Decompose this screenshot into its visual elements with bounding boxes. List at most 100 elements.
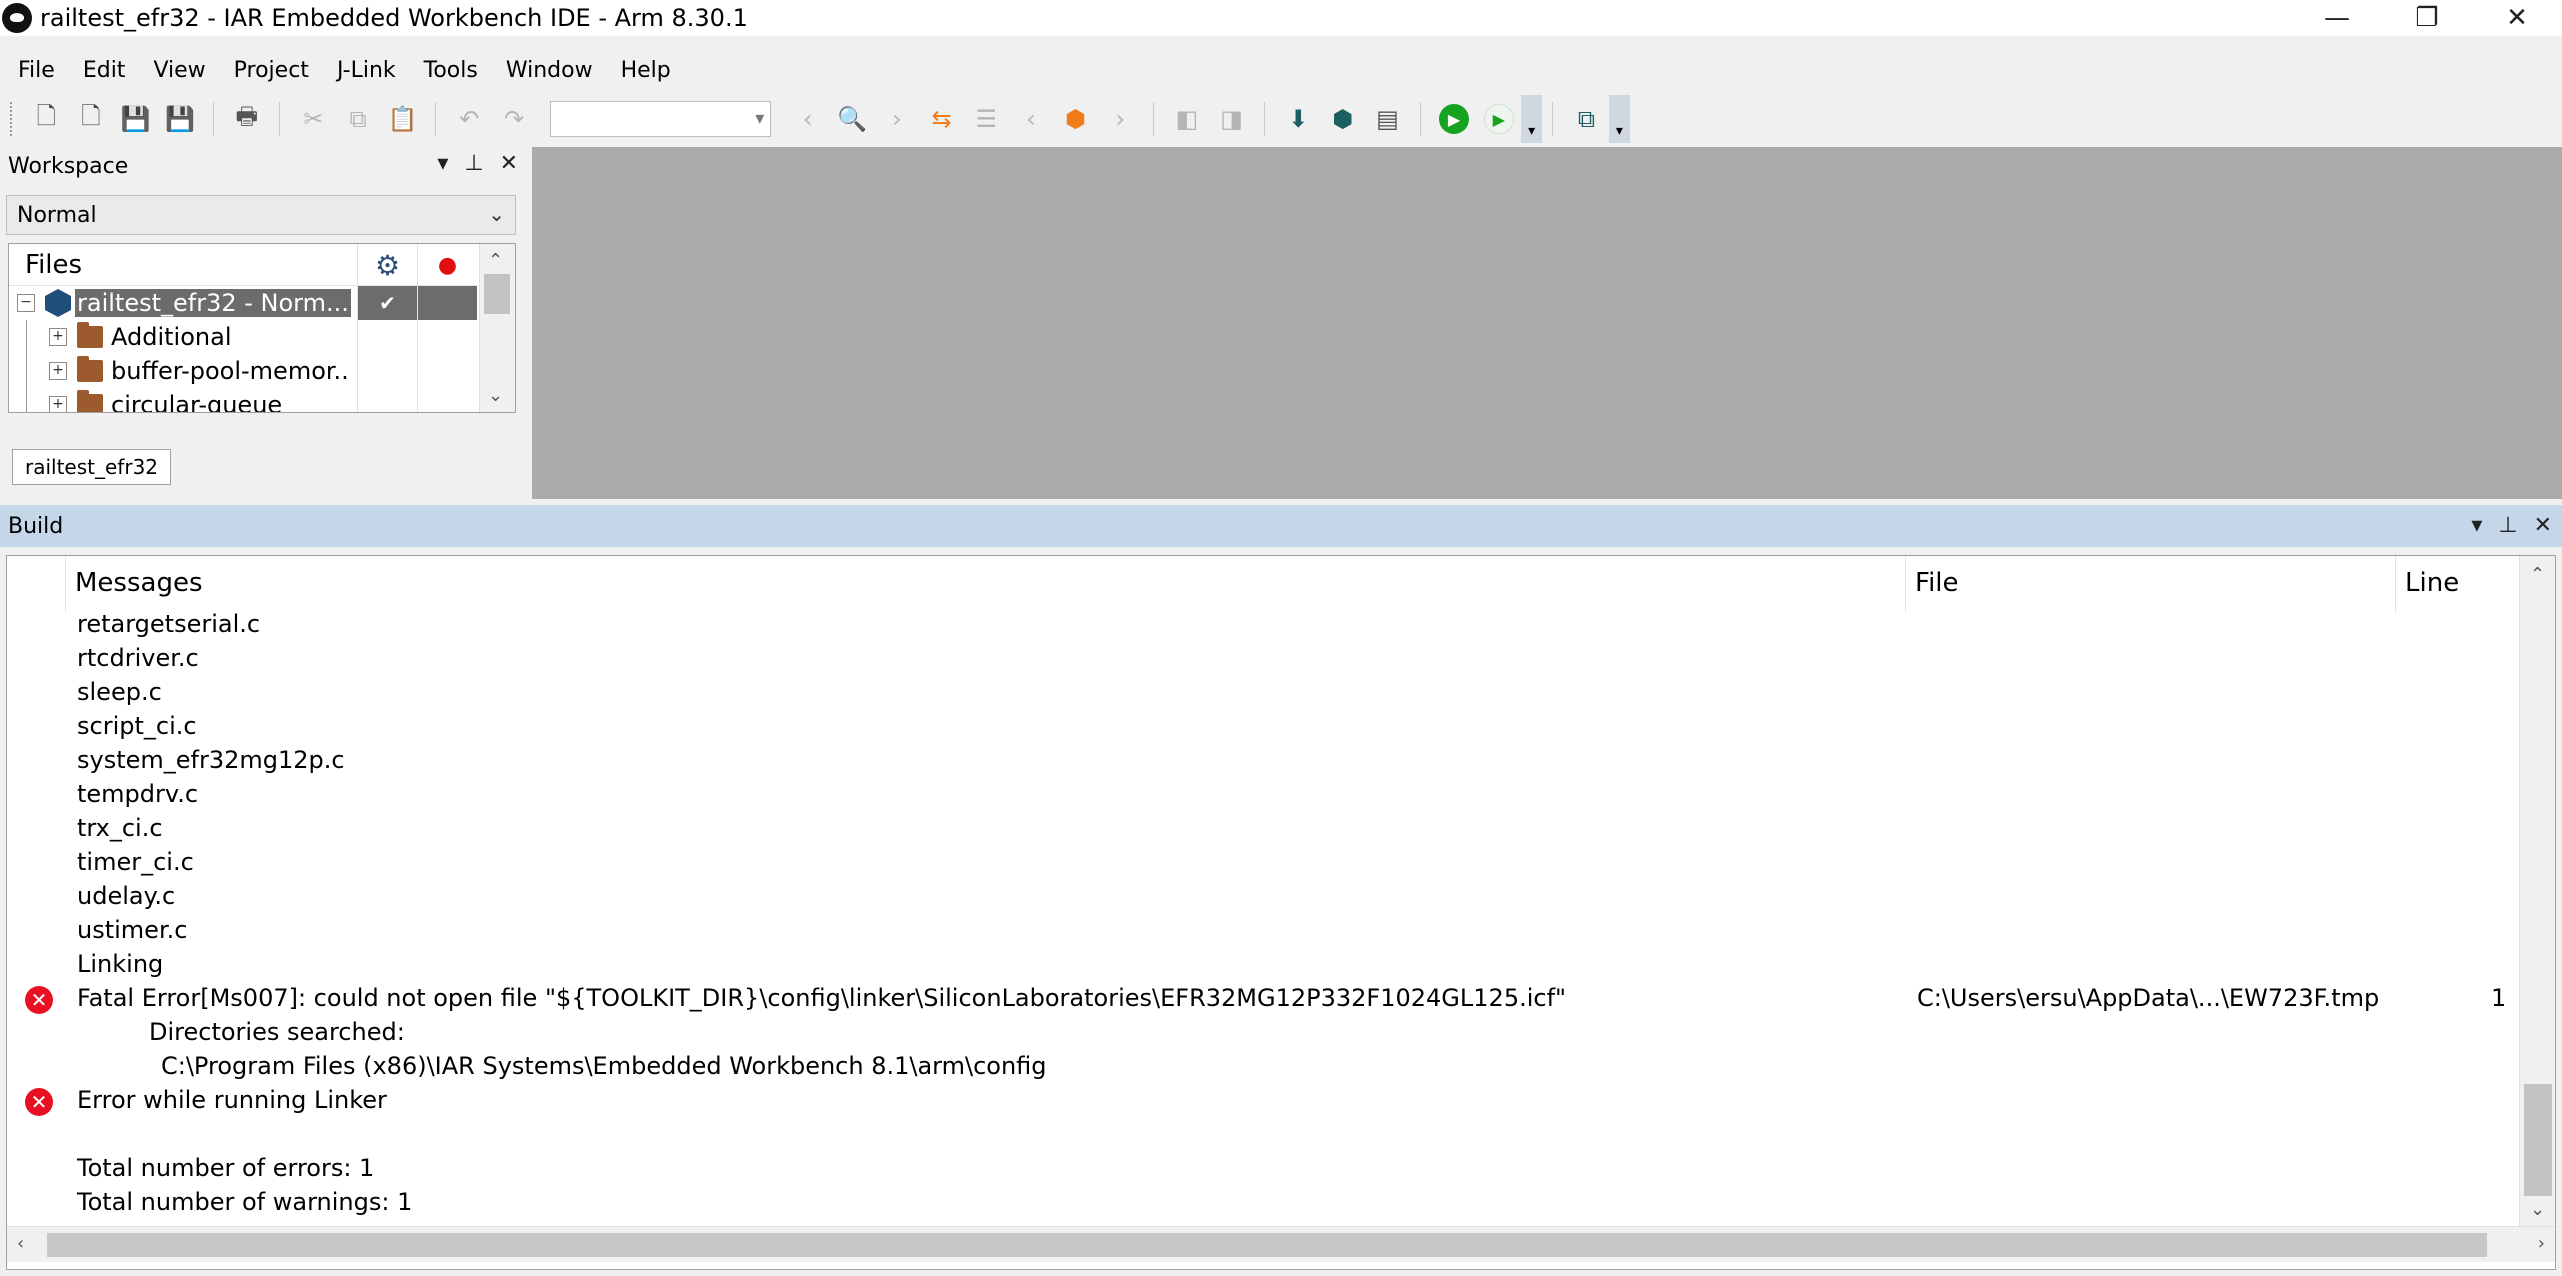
scroll-thumb[interactable] xyxy=(484,274,510,314)
save-all-icon[interactable]: 💾 xyxy=(164,102,197,136)
configuration-select[interactable]: Normal ⌄ xyxy=(6,195,516,235)
panel-menu-icon[interactable]: ▾ xyxy=(437,151,448,176)
build-horizontal-scrollbar[interactable]: ‹ › xyxy=(7,1226,2555,1262)
table-row[interactable]: Linking xyxy=(7,948,2517,982)
table-row[interactable]: system_efr32mg12p.c xyxy=(7,744,2517,778)
files-vertical-scrollbar[interactable]: ⌃ ⌄ xyxy=(479,244,515,412)
menu-project[interactable]: Project xyxy=(220,58,323,83)
gear-icon[interactable]: ⚙ xyxy=(357,244,417,286)
table-row[interactable]: ustimer.c xyxy=(7,914,2517,948)
folder-icon xyxy=(77,322,103,348)
save-icon[interactable]: 💾 xyxy=(119,102,152,136)
scroll-thumb[interactable] xyxy=(2524,1084,2552,1196)
tree-line xyxy=(26,388,27,412)
close-panel-icon[interactable]: ✕ xyxy=(500,151,518,176)
go-to-line-icon[interactable]: ☰ xyxy=(970,102,1003,136)
scroll-left-icon[interactable]: ‹ xyxy=(17,1233,24,1254)
next-bookmark-icon[interactable]: ◨ xyxy=(1215,102,1248,136)
scroll-down-icon[interactable]: ⌄ xyxy=(2530,1199,2545,1220)
table-row[interactable]: C:\Program Files (x86)\IAR Systems\Embed… xyxy=(7,1050,2517,1084)
toolbar-grip[interactable] xyxy=(10,102,14,136)
menu-window[interactable]: Window xyxy=(492,58,607,83)
compile-icon[interactable]: ⬇ xyxy=(1282,102,1315,136)
menu-help[interactable]: Help xyxy=(607,58,685,83)
table-row[interactable]: udelay.c xyxy=(7,880,2517,914)
expand-icon[interactable]: + xyxy=(49,328,67,346)
navigate-back-icon[interactable]: ‹ xyxy=(1015,102,1048,136)
expand-icon[interactable]: + xyxy=(49,362,67,380)
new-file-icon[interactable]: 🗋 xyxy=(30,102,63,136)
file-column-header[interactable]: File xyxy=(1915,568,1959,598)
workspace-tab[interactable]: railtest_efr32 xyxy=(12,449,172,485)
menu-tools[interactable]: Tools xyxy=(410,58,492,83)
replace-icon[interactable]: ⇆ xyxy=(925,102,958,136)
tree-item-folder[interactable]: + circular-queue xyxy=(9,388,515,412)
maximize-button[interactable]: ❐ xyxy=(2382,0,2472,36)
column-divider xyxy=(2395,556,2396,612)
files-tree[interactable]: Files ⚙ ● − railtest_efr32 - Norm... ✔ +… xyxy=(8,243,516,413)
paste-icon[interactable]: 📋 xyxy=(386,102,419,136)
find-previous-icon[interactable]: ‹ xyxy=(791,102,824,136)
scroll-up-icon[interactable]: ⌃ xyxy=(488,250,503,271)
tree-item-folder[interactable]: + buffer-pool-memor... xyxy=(9,354,515,388)
make-icon[interactable]: ⬢ xyxy=(1326,102,1359,136)
toolbar-overflow-chevron[interactable]: ▾ xyxy=(1521,95,1543,143)
find-next-icon[interactable]: › xyxy=(881,102,914,136)
tree-item-project[interactable]: − railtest_efr32 - Norm... ✔ xyxy=(9,286,515,320)
download-and-debug-icon[interactable]: ▶ xyxy=(1439,104,1470,134)
bookmark-icon[interactable]: ⬢ xyxy=(1059,102,1092,136)
messages-column-header[interactable]: Messages xyxy=(75,568,203,598)
cut-icon[interactable]: ✂ xyxy=(297,102,330,136)
table-row[interactable]: timer_ci.c xyxy=(7,846,2517,880)
find-combo[interactable] xyxy=(550,101,772,137)
table-row[interactable]: script_ci.c xyxy=(7,710,2517,744)
table-row[interactable]: retargetserial.c xyxy=(7,608,2517,642)
previous-bookmark-icon[interactable]: ◧ xyxy=(1171,102,1204,136)
pin-icon[interactable]: ⊥ xyxy=(2498,513,2517,538)
debug-without-download-icon[interactable]: ▶ xyxy=(1483,104,1514,134)
menu-jlink[interactable]: J-Link xyxy=(323,58,410,83)
menu-view[interactable]: View xyxy=(139,58,219,83)
expand-icon[interactable]: + xyxy=(49,396,67,412)
table-row-error[interactable]: ✕ Error while running Linker xyxy=(7,1084,2517,1118)
scroll-up-icon[interactable]: ⌃ xyxy=(2530,564,2545,585)
close-panel-icon[interactable]: ✕ xyxy=(2534,513,2552,538)
close-button[interactable]: ✕ xyxy=(2472,0,2562,36)
table-row[interactable]: tempdrv.c xyxy=(7,778,2517,812)
message-text: C:\Program Files (x86)\IAR Systems\Embed… xyxy=(161,1052,1047,1080)
collapse-icon[interactable]: − xyxy=(17,294,35,312)
stop-build-icon[interactable]: ▤ xyxy=(1371,102,1404,136)
find-icon[interactable]: 🔍 xyxy=(836,102,869,136)
build-vertical-scrollbar[interactable]: ⌃ ⌄ xyxy=(2519,556,2555,1226)
navigate-forward-icon[interactable]: › xyxy=(1104,102,1137,136)
build-messages[interactable]: Messages File Line retargetserial.c rtcd… xyxy=(6,555,2556,1270)
scroll-right-icon[interactable]: › xyxy=(2538,1233,2545,1254)
scroll-down-icon[interactable]: ⌄ xyxy=(488,385,503,406)
panel-menu-icon[interactable]: ▾ xyxy=(2471,513,2482,538)
menu-file[interactable]: File xyxy=(0,58,69,83)
table-row[interactable] xyxy=(7,1118,2517,1152)
table-row-error[interactable]: ✕ Fatal Error[Ms007]: could not open fil… xyxy=(7,982,2517,1016)
print-icon[interactable]: 🖶 xyxy=(231,102,264,136)
tree-item-folder[interactable]: + Additional xyxy=(9,320,515,354)
workspace-panel: Workspace ▾ ⊥ ✕ Normal ⌄ Files ⚙ ● − rai… xyxy=(0,147,526,499)
undo-icon[interactable]: ↶ xyxy=(453,102,486,136)
minimize-button[interactable]: — xyxy=(2292,0,2382,36)
menu-edit[interactable]: Edit xyxy=(69,58,140,83)
line-column-header[interactable]: Line xyxy=(2405,568,2459,598)
new-workspace-icon[interactable]: 🗋 xyxy=(75,102,108,136)
table-row[interactable]: trx_ci.c xyxy=(7,812,2517,846)
table-row[interactable]: sleep.c xyxy=(7,676,2517,710)
toolbar-overflow-chevron-2[interactable]: ▾ xyxy=(1608,95,1630,143)
table-row[interactable]: Total number of errors: 1 xyxy=(7,1152,2517,1186)
table-row[interactable]: Directories searched: xyxy=(7,1016,2517,1050)
editor-area[interactable] xyxy=(532,147,2562,499)
copy-icon[interactable]: ⧉ xyxy=(342,102,375,136)
table-row[interactable]: rtcdriver.c xyxy=(7,642,2517,676)
redo-icon[interactable]: ↷ xyxy=(498,102,531,136)
scroll-thumb[interactable] xyxy=(47,1233,2487,1257)
breakpoint-dot-icon[interactable]: ● xyxy=(417,244,477,286)
table-row[interactable]: Total number of warnings: 1 xyxy=(7,1186,2517,1220)
pin-icon[interactable]: ⊥ xyxy=(464,151,483,176)
layout-icon[interactable]: ⧉ xyxy=(1570,102,1603,136)
